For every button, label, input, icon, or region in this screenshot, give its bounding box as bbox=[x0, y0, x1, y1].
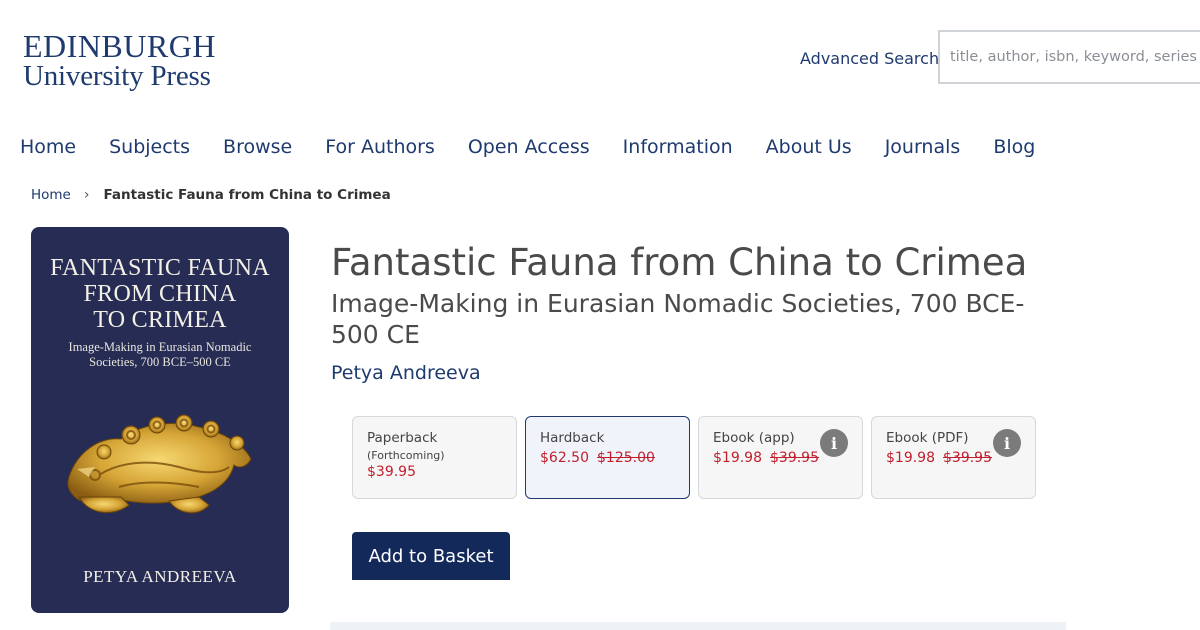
logo-line1: EDINBURGH bbox=[23, 28, 216, 64]
breadcrumb-current: Fantastic Fauna from China to Crimea bbox=[103, 187, 391, 203]
book-cover[interactable]: FANTASTIC FAUNA FROM CHINA TO CRIMEA Ima… bbox=[31, 227, 289, 613]
cover-author: PETYA ANDREEVA bbox=[83, 567, 237, 586]
search-input[interactable] bbox=[940, 32, 1200, 82]
format-option-ebook-pdf[interactable]: Ebook (PDF) $19.98 $39.95 i bbox=[871, 416, 1036, 499]
nav-item-browse[interactable]: Browse bbox=[223, 136, 292, 158]
format-old-price: $39.95 bbox=[770, 450, 819, 466]
format-option-ebook-app[interactable]: Ebook (app) $19.98 $39.95 i bbox=[698, 416, 863, 499]
cover-title: FANTASTIC FAUNA FROM CHINA TO CRIMEA bbox=[31, 255, 289, 333]
search-box[interactable] bbox=[938, 30, 1200, 84]
cover-subtitle-line: Societies, 700 BCE–500 CE bbox=[89, 355, 231, 369]
cover-title-line: FROM CHINA bbox=[83, 281, 237, 307]
nav-item-information[interactable]: Information bbox=[623, 136, 733, 158]
breadcrumb-home[interactable]: Home bbox=[31, 187, 71, 203]
format-old-price: $125.00 bbox=[597, 450, 655, 466]
nav-item-subjects[interactable]: Subjects bbox=[109, 136, 190, 158]
format-prices: $39.95 bbox=[367, 464, 502, 480]
nav-item-about-us[interactable]: About Us bbox=[766, 136, 852, 158]
format-old-price: $39.95 bbox=[943, 450, 992, 466]
format-name: Paperback bbox=[367, 430, 438, 446]
cover-subtitle: Image-Making in Eurasian Nomadic Societi… bbox=[31, 340, 289, 370]
nav-item-blog[interactable]: Blog bbox=[993, 136, 1035, 158]
format-prices: $62.50 $125.00 bbox=[540, 450, 675, 466]
nav-item-journals[interactable]: Journals bbox=[885, 136, 961, 158]
format-note: (Forthcoming) bbox=[367, 449, 445, 462]
book-title: Fantastic Fauna from China to Crimea bbox=[331, 241, 1028, 284]
nav-item-for-authors[interactable]: For Authors bbox=[325, 136, 435, 158]
add-to-basket-button[interactable]: Add to Basket bbox=[352, 532, 510, 580]
breadcrumb: Home › Fantastic Fauna from China to Cri… bbox=[31, 187, 391, 203]
format-options: Paperback (Forthcoming) $39.95 Hardback … bbox=[352, 416, 1044, 499]
nav-item-open-access[interactable]: Open Access bbox=[468, 136, 590, 158]
format-price: $62.50 bbox=[540, 450, 589, 466]
format-option-paperback[interactable]: Paperback (Forthcoming) $39.95 bbox=[352, 416, 517, 499]
logo-line2: University Press bbox=[23, 60, 211, 92]
format-price: $19.98 bbox=[886, 450, 935, 466]
info-icon[interactable]: i bbox=[820, 429, 848, 457]
format-price: $39.95 bbox=[367, 464, 416, 480]
chevron-right-icon: › bbox=[83, 187, 90, 203]
format-name: Hardback bbox=[540, 430, 605, 446]
main-nav: Home Subjects Browse For Authors Open Ac… bbox=[20, 136, 1068, 158]
nav-item-home[interactable]: Home bbox=[20, 136, 76, 158]
site-logo[interactable]: EDINBURGH University Press bbox=[23, 30, 216, 91]
advanced-search-link[interactable]: Advanced Search bbox=[800, 49, 939, 68]
book-subtitle: Image-Making in Eurasian Nomadic Societi… bbox=[331, 289, 1025, 349]
format-price: $19.98 bbox=[713, 450, 762, 466]
cover-title-line: FANTASTIC FAUNA bbox=[50, 255, 270, 281]
info-icon[interactable]: i bbox=[993, 429, 1021, 457]
details-panel-edge bbox=[330, 622, 1066, 630]
format-option-hardback[interactable]: Hardback $62.50 $125.00 bbox=[525, 416, 690, 499]
gold-plaque-image bbox=[67, 414, 252, 514]
book-author-link[interactable]: Petya Andreeva bbox=[331, 362, 481, 384]
cover-title-line: TO CRIMEA bbox=[93, 307, 227, 333]
cover-subtitle-line: Image-Making in Eurasian Nomadic bbox=[68, 340, 252, 354]
